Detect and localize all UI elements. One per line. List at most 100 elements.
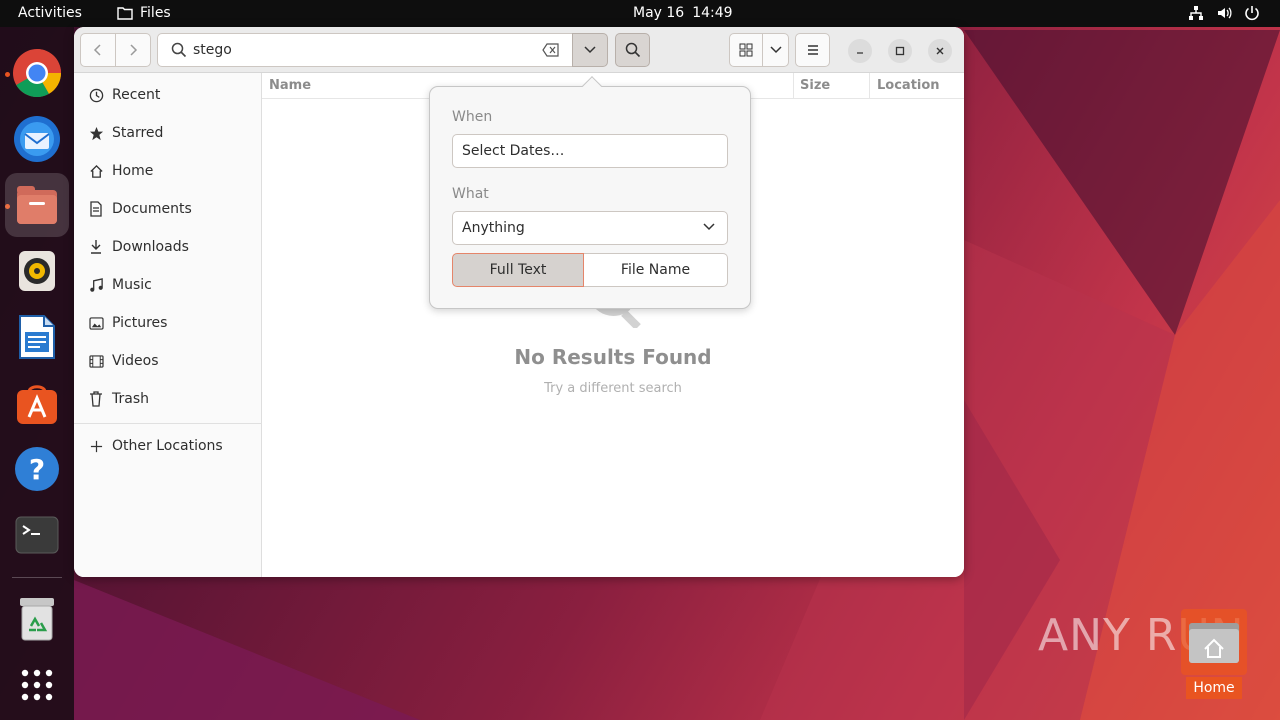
power-icon: [1245, 6, 1259, 21]
select-dates-label: Select Dates…: [462, 143, 565, 159]
volume-icon: [1218, 7, 1232, 19]
view-options-button[interactable]: [763, 34, 788, 66]
maximize-icon: [895, 46, 905, 56]
maximize-button[interactable]: [888, 39, 912, 63]
grid-view-button[interactable]: [730, 34, 763, 66]
file-name-button[interactable]: File Name: [584, 253, 728, 287]
trash-launcher[interactable]: [5, 587, 69, 651]
help-icon: ?: [15, 447, 59, 491]
sidebar-item-music[interactable]: Music: [74, 267, 262, 303]
sidebar-item-label: Music: [112, 277, 152, 293]
chevron-right-icon: [130, 44, 138, 56]
column-location[interactable]: Location: [877, 78, 940, 93]
sidebar-item-label: Recent: [112, 87, 161, 103]
music-icon: [88, 277, 104, 293]
search-bar: [157, 33, 573, 67]
clock[interactable]: May 16 14:49: [633, 5, 733, 21]
folder-icon: [117, 7, 133, 20]
sidebar-item-recent[interactable]: Recent: [74, 77, 262, 113]
app-center-icon: [17, 385, 57, 424]
activities-button[interactable]: Activities: [18, 5, 82, 21]
clock-icon: [88, 87, 104, 103]
empty-state-subtitle: Try a different search: [544, 381, 682, 396]
close-icon: [936, 47, 944, 55]
search-toggle-button[interactable]: [615, 33, 650, 67]
files-launcher[interactable]: [5, 173, 69, 237]
sidebar-item-videos[interactable]: Videos: [74, 343, 262, 379]
app-menu-label: Files: [140, 5, 171, 21]
search-icon: [625, 42, 640, 58]
sidebar-item-label: Documents: [112, 201, 192, 217]
close-button[interactable]: [928, 39, 952, 63]
when-label: When: [452, 109, 493, 125]
column-name[interactable]: Name: [269, 78, 311, 93]
top-bar: Activities Files May 16 14:49: [0, 0, 1280, 27]
trash-icon: [88, 391, 104, 407]
search-options-button[interactable]: [572, 33, 608, 67]
empty-state-title: No Results Found: [514, 345, 712, 369]
app-menu[interactable]: Files: [117, 5, 171, 21]
picture-icon: [88, 315, 104, 331]
full-text-button[interactable]: Full Text: [452, 253, 584, 287]
sidebar-item-starred[interactable]: Starred: [74, 115, 262, 151]
help-launcher[interactable]: ?: [5, 437, 69, 501]
forward-button[interactable]: [115, 34, 150, 66]
desktop-home-shortcut[interactable]: Home: [1181, 609, 1247, 699]
sidebar-item-label: Home: [112, 163, 154, 179]
chevron-down-icon: [769, 46, 782, 54]
sidebar-item-label: Videos: [112, 353, 159, 369]
sidebar-item-label: Other Locations: [112, 438, 223, 454]
show-apps-icon: [21, 669, 53, 701]
libreoffice-writer-icon: [19, 315, 55, 359]
column-divider: [869, 73, 870, 99]
search-options-popover: When Select Dates… What Anything Full Te…: [429, 76, 751, 309]
home-icon: [88, 163, 104, 179]
sidebar-separator: [74, 423, 262, 424]
sidebar-item-downloads[interactable]: Downloads: [74, 229, 262, 265]
thunderbird-launcher[interactable]: [5, 107, 69, 171]
sidebar-item-label: Starred: [112, 125, 164, 141]
sidebar-item-documents[interactable]: Documents: [74, 191, 262, 227]
chevron-down-icon: [584, 46, 596, 54]
home-folder-icon: [1181, 609, 1247, 675]
document-icon: [88, 201, 104, 217]
what-label: What: [452, 186, 489, 202]
chrome-launcher[interactable]: [5, 41, 69, 105]
header-bar: [74, 27, 964, 73]
sidebar-item-home[interactable]: Home: [74, 153, 262, 189]
sidebar-item-other-locations[interactable]: Other Locations: [74, 428, 262, 464]
sidebar-item-label: Pictures: [112, 315, 168, 331]
navigation-buttons: [80, 33, 151, 67]
download-icon: [88, 239, 104, 255]
file-type-dropdown[interactable]: Anything: [452, 211, 728, 245]
minimize-button[interactable]: [848, 39, 872, 63]
clock-time: 14:49: [692, 5, 733, 21]
chrome-icon: [13, 49, 62, 98]
back-button[interactable]: [81, 34, 115, 66]
rhythmbox-launcher[interactable]: [5, 239, 69, 303]
grid-icon: [739, 43, 753, 57]
network-icon: [1189, 6, 1203, 20]
app-center-launcher[interactable]: [5, 371, 69, 435]
search-icon: [171, 42, 187, 58]
system-tray[interactable]: [1188, 5, 1260, 21]
column-size[interactable]: Size: [800, 78, 830, 93]
select-dates-button[interactable]: Select Dates…: [452, 134, 728, 168]
search-input[interactable]: [193, 42, 523, 58]
terminal-launcher[interactable]: [5, 503, 69, 567]
show-apps-button[interactable]: [5, 653, 69, 717]
sidebar-item-trash[interactable]: Trash: [74, 381, 262, 417]
clear-search-icon[interactable]: [542, 43, 560, 57]
star-icon: [88, 125, 104, 141]
column-divider: [793, 73, 794, 99]
hamburger-icon: [807, 45, 818, 55]
sidebar-item-label: Downloads: [112, 239, 189, 255]
file-type-value: Anything: [462, 220, 525, 236]
dock: ?: [0, 27, 74, 720]
dock-separator: [12, 577, 62, 578]
main-menu-button[interactable]: [795, 33, 830, 67]
libreoffice-writer-launcher[interactable]: [5, 305, 69, 369]
desktop-home-label: Home: [1186, 677, 1242, 699]
sidebar-item-pictures[interactable]: Pictures: [74, 305, 262, 341]
sidebar-item-label: Trash: [112, 391, 149, 407]
